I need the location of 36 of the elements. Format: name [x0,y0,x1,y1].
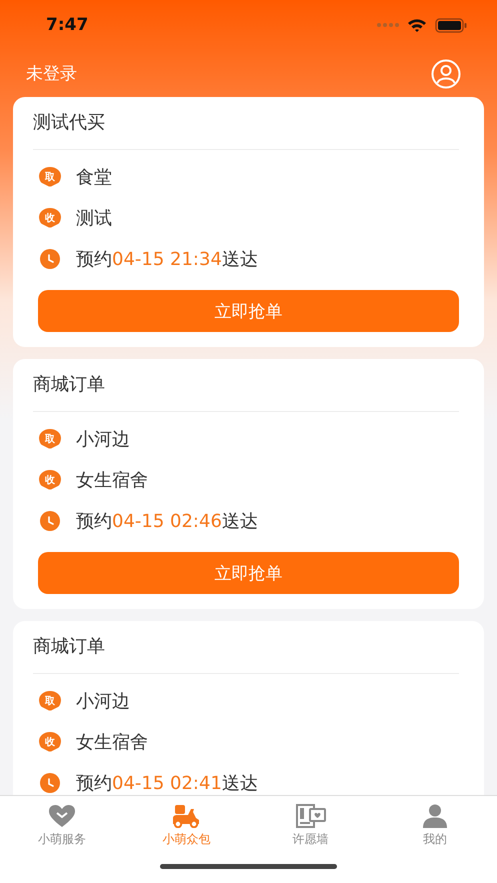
pickup-location: 小河边 [76,428,130,450]
grab-order-button[interactable]: 立即抢单 [38,290,459,332]
tab-item[interactable]: 许愿墙 [248,796,373,848]
status-time: 7:47 [46,15,88,35]
order-title: 商城订单 [33,621,459,674]
delivery-time: 预约04-15 02:41送达 [76,772,258,794]
delivery-time: 预约04-15 21:34送达 [76,248,258,270]
tab-item[interactable]: 小萌众包 [124,796,248,848]
order-title: 商城订单 [33,359,459,412]
battery-icon [435,18,467,32]
delivery-time: 预约04-15 02:46送达 [76,510,258,532]
wifi-icon [407,18,427,32]
dropoff-location: 测试 [76,206,112,230]
dropoff-location: 女生宿舍 [76,730,148,754]
user-icon[interactable] [431,58,461,88]
pickup-location: 小河边 [76,690,130,712]
order-title: 测试代买 [33,97,459,150]
pickup-badge: 取 [39,166,61,186]
pickup-badge: 取 [39,428,61,448]
dropoff-location: 女生宿舍 [76,468,148,492]
clock-icon [39,510,61,532]
pickup-badge: 取 [39,690,61,710]
dropoff-badge: 收 [39,208,61,228]
signal-icon [377,22,399,28]
pickup-location: 食堂 [76,166,112,188]
person-icon [420,804,449,828]
clock-icon [39,248,61,270]
tab-item[interactable]: 小萌服务 [0,796,124,848]
scooter-icon [171,804,202,828]
heart-icon [48,804,76,828]
grab-order-button[interactable]: 立即抢单 [38,552,459,594]
board-icon [296,804,326,828]
dropoff-badge: 收 [39,732,61,752]
tab-item[interactable]: 我的 [372,796,497,848]
dropoff-badge: 收 [39,470,61,490]
login-status[interactable]: 未登录 [26,62,77,85]
